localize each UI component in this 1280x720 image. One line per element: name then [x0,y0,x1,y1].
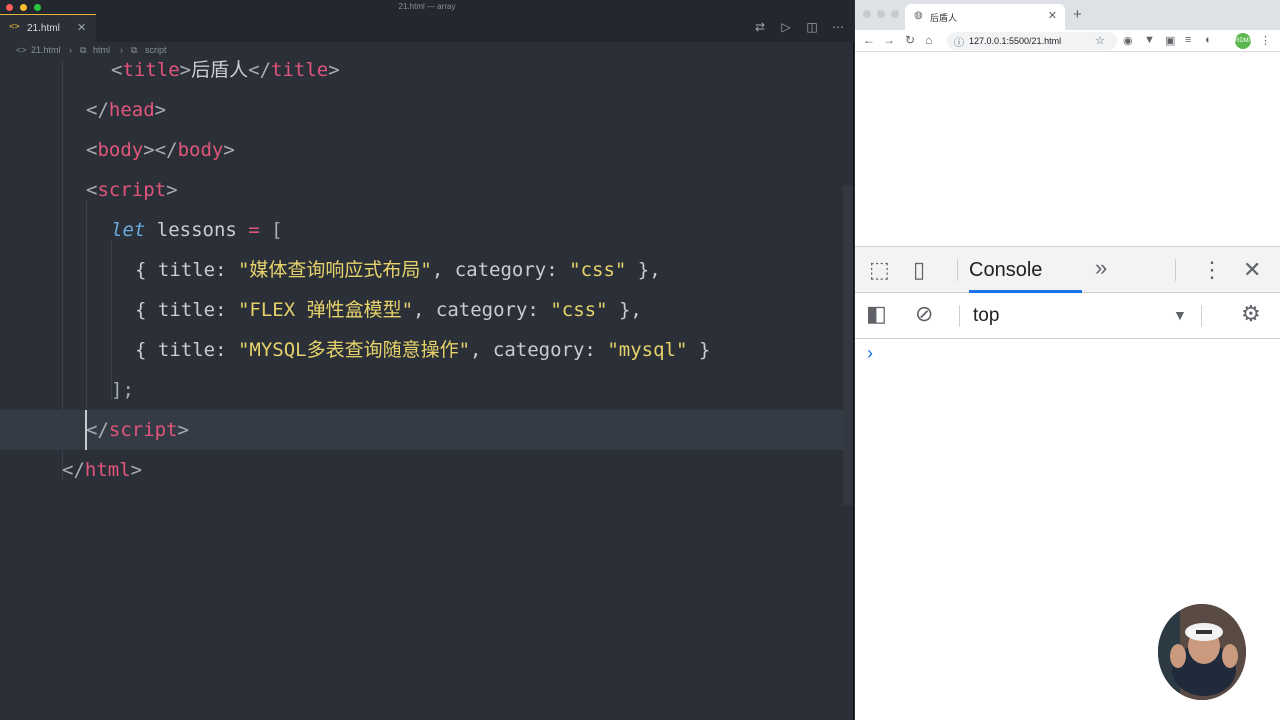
code-line: </head> [86,99,167,121]
code-line: { title: "媒体查询响应式布局", category: "css" }, [135,259,661,281]
minimize-window-button[interactable] [877,10,885,18]
address-bar[interactable]: ⓘ 127.0.0.1:5500/21.html [947,32,1117,50]
browser-tab[interactable]: ◍ 后盾人 ✕ [905,4,1065,30]
run-icon[interactable]: ▷ [780,20,792,34]
more-tabs-icon[interactable]: » [1095,255,1107,281]
separator [1201,305,1202,327]
devtools-menu-icon[interactable]: ⋮ [1201,257,1223,283]
text-cursor [85,410,87,450]
webcam-image [1158,604,1246,700]
extension-icon[interactable]: ▣ [1165,34,1175,47]
info-icon[interactable]: ⓘ [954,34,964,49]
context-selector[interactable]: top [973,305,999,327]
inspect-element-icon[interactable]: ⬚ [869,257,890,283]
forward-arrow-icon[interactable]: → [883,33,895,47]
reload-icon[interactable]: ↻ [905,33,915,47]
extension-icon[interactable]: ≡ [1185,34,1191,46]
globe-icon: ◍ [914,10,923,21]
back-arrow-icon[interactable]: ← [863,33,875,47]
close-devtools-icon[interactable]: ✕ [1243,257,1261,283]
extension-icon[interactable]: ▼ [1144,34,1155,46]
split-editor-icon[interactable]: ◫ [806,20,818,34]
tab-label: 21.html [27,23,60,34]
new-tab-button[interactable]: + [1073,6,1082,23]
code-line: { title: "FLEX 弹性盒模型", category: "css" }… [135,299,642,321]
separator [959,305,960,327]
dropdown-arrow-icon[interactable]: ▼ [1173,307,1187,323]
code-line: { title: "MYSQL多表查询随意操作", category: "mys… [135,339,711,361]
code-line: let lessons = [ [111,219,283,241]
code-line: </html> [62,459,143,481]
device-toolbar-icon[interactable]: ▯ [913,257,925,283]
window-title: 21.html — array [398,2,456,11]
html-file-icon: <> [9,22,20,32]
gear-icon[interactable]: ⚙ [1241,301,1261,327]
close-window-button[interactable] [863,10,871,18]
close-tab-icon[interactable]: ✕ [77,21,86,34]
more-actions-icon[interactable]: ⋯ [832,20,844,34]
code-line: <script> [86,179,178,201]
browser-toolbar: ← → ↻ ⌂ ⓘ 127.0.0.1:5500/21.html ☆ ◉ ▼ ▣… [855,30,1280,52]
editor-actions: ⇄ ▷ ◫ ⋯ [754,20,844,34]
code-line-current: </script> [0,410,846,450]
editor-titlebar: 21.html — array [0,0,854,14]
maximize-window-button[interactable] [891,10,899,18]
profile-avatar[interactable]: RDMX [1235,33,1253,49]
editor-tabbar: <> 21.html ✕ ⇄ ▷ ◫ ⋯ [0,14,854,42]
browser-menu-icon[interactable]: ⋮ [1260,34,1271,47]
code-editor-window: 21.html — array <> 21.html ✕ ⇄ ▷ ◫ ⋯ <> … [0,0,854,720]
console-prompt[interactable]: › [867,343,873,364]
code-line: <body></body> [86,139,235,161]
separator [1175,259,1176,281]
screen: 21.html — array <> 21.html ✕ ⇄ ▷ ◫ ⋯ <> … [0,0,1280,720]
bookmark-star-icon[interactable]: ☆ [1095,34,1105,47]
separator [957,259,958,281]
extension-icon[interactable]: ◉ [1123,34,1133,47]
webcam-overlay [1158,604,1246,700]
code-line: <title>后盾人</title> [111,59,340,81]
extension-icon[interactable]: ◐ [1205,34,1212,46]
tab-console[interactable]: Console [969,259,1042,282]
url-text: 127.0.0.1:5500/21.html [969,36,1062,46]
clear-console-icon[interactable]: ⊘ [915,301,933,327]
page-viewport [855,52,1280,246]
browser-tab-title: 后盾人 [930,13,958,23]
code-line: ]; [111,379,134,401]
close-tab-icon[interactable]: ✕ [1048,9,1057,22]
console-toolbar: ◧ ⊘ top ▼ ⚙ [855,293,1280,339]
editor-scrollbar[interactable] [843,185,853,505]
compare-changes-icon[interactable]: ⇄ [754,20,766,34]
home-icon[interactable]: ⌂ [925,33,932,47]
tab-21-html[interactable]: <> 21.html ✕ [0,14,96,42]
show-sidebar-icon[interactable]: ◧ [866,301,887,327]
devtools-tabbar: ⬚ ▯ Console » ⋮ ✕ [855,247,1280,293]
browser-tabstrip: ◍ 后盾人 ✕ + [855,0,1280,30]
